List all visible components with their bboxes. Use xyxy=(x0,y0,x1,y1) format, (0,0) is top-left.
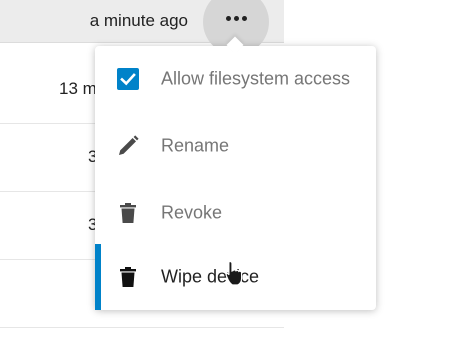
trash-icon xyxy=(116,201,140,225)
session-row: a minute ago xyxy=(0,0,284,55)
pencil-icon xyxy=(116,134,140,158)
menu-item-label: Rename xyxy=(161,135,230,156)
menu-item-label: Revoke xyxy=(161,202,223,223)
menu-item-rename[interactable]: Rename xyxy=(95,113,376,179)
checkbox-checked-icon[interactable] xyxy=(117,68,139,90)
session-last-activity: 13 m xyxy=(59,79,97,98)
menu-item-allow-filesystem-access[interactable]: Allow filesystem access xyxy=(95,46,376,112)
session-last-activity: a minute ago xyxy=(89,11,188,30)
menu-item-revoke[interactable]: Revoke xyxy=(95,180,376,246)
menu-item-label: Allow filesystem access xyxy=(161,68,351,89)
hand-pointer-icon xyxy=(224,260,246,288)
three-dots-icon xyxy=(203,13,269,23)
active-indicator xyxy=(95,244,101,310)
trash-icon xyxy=(116,265,140,289)
